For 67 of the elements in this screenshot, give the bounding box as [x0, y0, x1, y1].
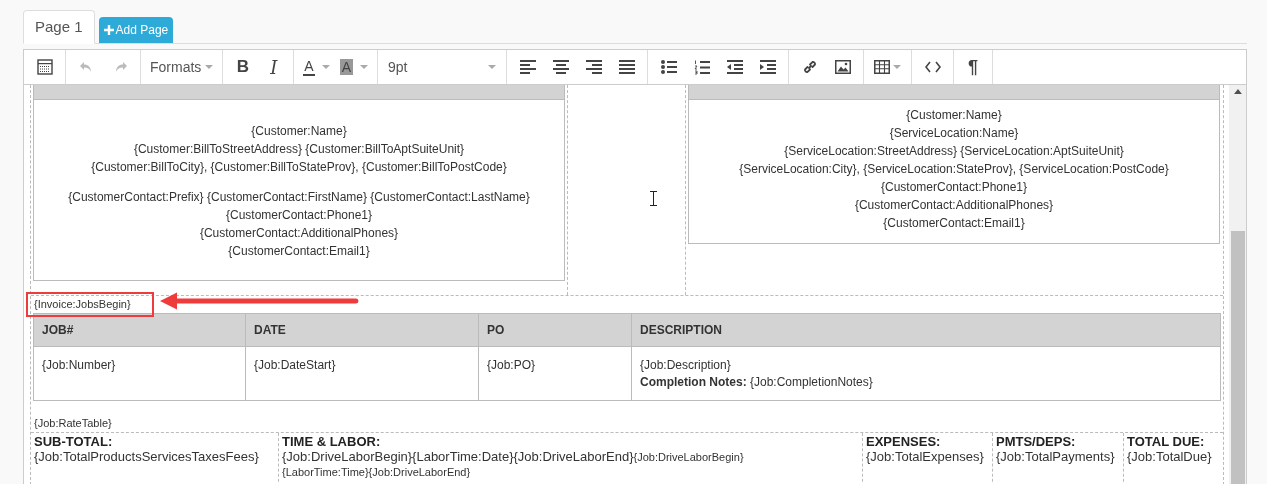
text-color-button[interactable]: A: [298, 53, 335, 81]
plus-icon: [103, 25, 114, 35]
template-field: {Job:TotalProductsServicesTaxesFees}: [34, 449, 259, 464]
total-heading: SUB-TOTAL:: [34, 435, 114, 449]
total-heading: PMTS/DEPS:: [996, 435, 1077, 449]
bullet-list-icon: [660, 60, 677, 74]
template-line: {CustomerContact:AdditionalPhones}: [198, 225, 400, 242]
template-field: {Job:DriveLaborBegin}{LaborTime:Date}{Job:DriveLaborEnd}: [282, 449, 634, 464]
template-field: {Job:TotalPayments}: [996, 449, 1115, 464]
table-cell-text: {Job:Number}: [42, 357, 117, 374]
formats-dropdown[interactable]: Formats: [145, 53, 219, 81]
template-icon: [36, 59, 53, 75]
code-icon: [924, 61, 941, 73]
template-field: {Job:TotalExpenses}: [866, 449, 984, 464]
outdent-icon: [726, 60, 743, 74]
scrollbar[interactable]: [1229, 85, 1246, 484]
template-line: {CustomerContact:Email1}: [227, 243, 371, 260]
rate-table-tag: {Job:RateTable}: [31, 417, 1223, 430]
template-line: {Customer:BillToCity}, {Customer:BillToStateProv}, {Customer:BillToPostCode}: [90, 159, 508, 176]
total-heading: EXPENSES:: [866, 435, 942, 449]
scrollbar-thumb[interactable]: [1230, 230, 1245, 484]
scroll-up-icon[interactable]: [1233, 89, 1242, 94]
table-cell-text: Completion Notes: {Job:CompletionNotes}: [640, 374, 874, 391]
table-cell-text: {Job:Description}: [640, 357, 732, 374]
jobs-begin-tag: {Invoice:JobsBegin}: [34, 298, 131, 313]
page-tab[interactable]: Page 1: [23, 10, 95, 44]
align-left-icon: [519, 60, 536, 74]
total-heading: TIME & LABOR:: [282, 435, 382, 449]
align-right-icon: [585, 60, 602, 74]
template-field: {LaborTime:Time}{Job:DriveLaborEnd}: [282, 466, 471, 478]
column-header: PO: [479, 314, 632, 346]
template-line: {Customer:Name}: [250, 123, 348, 140]
template-line: {CustomerContact:Prefix} {CustomerContact:FirstName} {CustomerContact:LastName}: [67, 189, 531, 206]
template-line: {ServiceLocation:StreetAddress} {ServiceLocation:AptSuiteUnit}: [783, 143, 1125, 160]
total-heading: TOTAL DUE:: [1127, 435, 1206, 449]
table-cell-text: {Job:PO}: [487, 357, 537, 374]
template-field: {Job:DriveLaborBegin}: [633, 451, 744, 463]
italic-button[interactable]: I: [258, 53, 290, 81]
text-cursor-icon: [650, 191, 657, 206]
column-header: JOB#: [34, 314, 246, 346]
font-size-dropdown[interactable]: 9pt: [382, 53, 503, 81]
template-line: {ServiceLocation:Name}: [888, 125, 1020, 142]
table-icon: [874, 60, 891, 74]
template-line: {CustomerContact:Phone1}: [224, 207, 374, 224]
table-cell-text: {Job:DateStart}: [254, 357, 337, 374]
caret-icon: [360, 65, 369, 69]
template-line: {CustomerContact:Phone1}: [879, 179, 1029, 196]
justify-icon: [618, 60, 635, 74]
caret-icon: [893, 65, 902, 69]
bold-button[interactable]: B: [227, 53, 259, 81]
template-line: {Customer:Name}: [905, 107, 1003, 124]
template-field: {Job:TotalDue}: [1127, 449, 1212, 464]
template-line: {CustomerContact:AdditionalPhones}: [853, 197, 1055, 214]
align-center-icon: [552, 60, 569, 74]
numbered-list-icon: [693, 59, 710, 75]
caret-icon: [205, 65, 214, 69]
image-icon: [834, 60, 851, 74]
template-line: {ServiceLocation:City}, {ServiceLocation:StateProv}, {ServiceLocation:PostCode}: [738, 161, 1170, 178]
indent-icon: [759, 60, 776, 74]
caret-icon: [488, 65, 497, 69]
paragraph-marks-button[interactable]: ¶: [958, 53, 989, 81]
template-line: {CustomerContact:Email1}: [882, 215, 1026, 232]
column-header: DESCRIPTION: [639, 322, 723, 339]
template-line: {Customer:BillToStreetAddress} {Customer:BillToAptSuiteUnit}: [132, 141, 466, 158]
caret-icon: [321, 65, 330, 69]
link-icon: [801, 59, 818, 75]
column-header: DATE: [246, 314, 479, 346]
